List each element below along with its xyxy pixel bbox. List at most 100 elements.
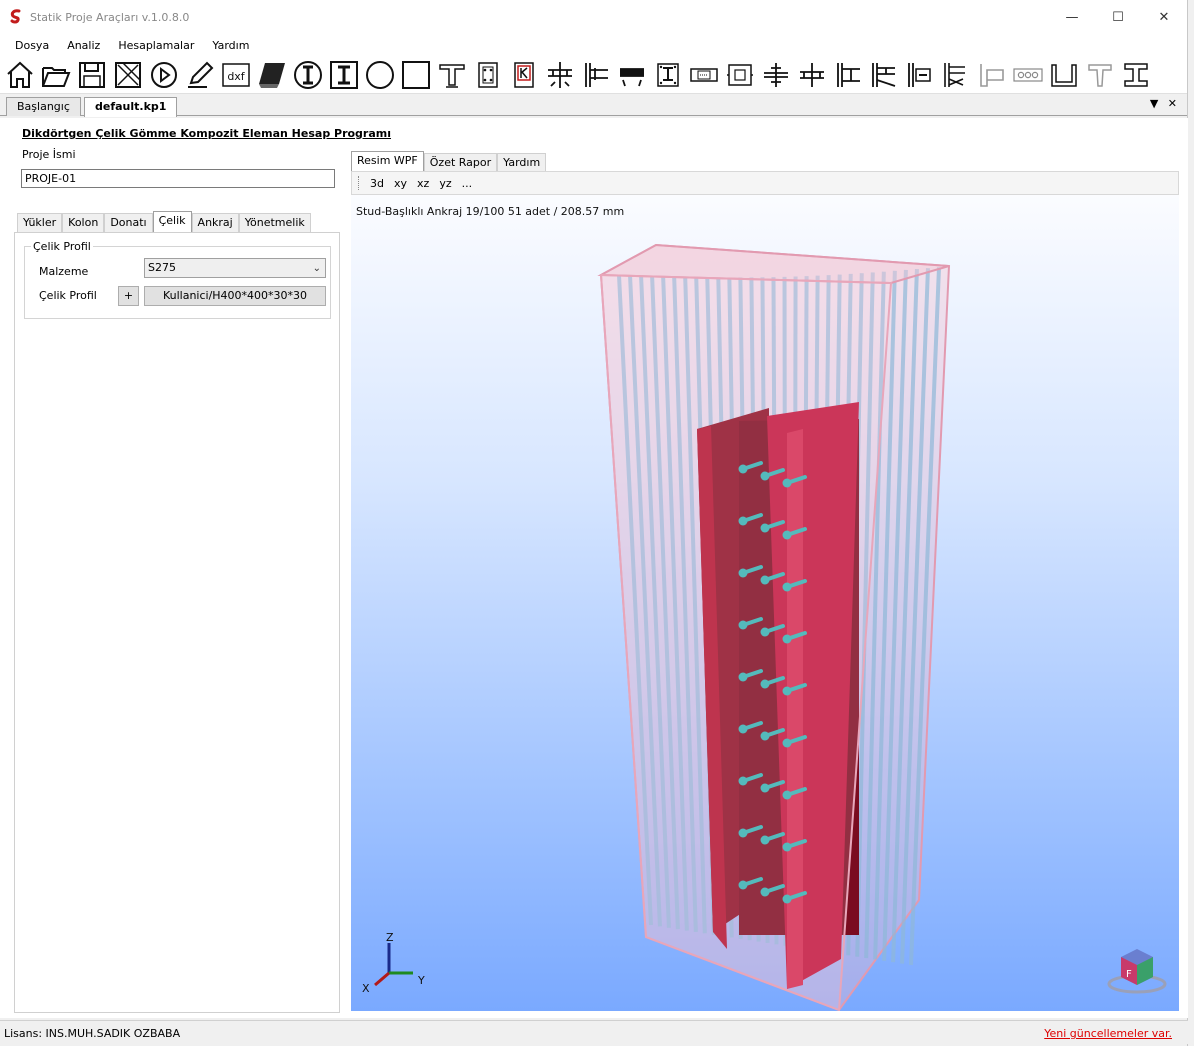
view-cube-icon[interactable]: F (1107, 949, 1167, 994)
run-button[interactable] (146, 58, 182, 92)
i-beam-icon (1124, 62, 1148, 87)
tab-list-icon[interactable]: ▼ (1150, 97, 1158, 110)
flange-joint-button[interactable] (758, 58, 794, 92)
update-link[interactable]: Yeni güncellemeler var. (1044, 1027, 1172, 1040)
home-button[interactable] (2, 58, 38, 92)
menu-analiz[interactable]: Analiz (67, 39, 100, 52)
dxf-button[interactable]: dxf (218, 58, 254, 92)
double-joint-button[interactable] (866, 58, 902, 92)
splice-button[interactable] (686, 58, 722, 92)
tab-celik[interactable]: Çelik (152, 211, 192, 233)
view-more-button[interactable]: ... (462, 177, 473, 190)
angle-joint-icon (980, 63, 1004, 87)
beam-column-icon (548, 61, 572, 88)
i-section-square-icon (330, 60, 358, 89)
delete-icon (115, 61, 141, 88)
material-value: S275 (148, 261, 176, 274)
tab-yonetmelik[interactable]: Yönetmelik (238, 213, 311, 232)
program-title: Dikdörtgen Çelik Gömme Kompozit Eleman H… (22, 127, 392, 140)
u-channel-button[interactable] (1046, 58, 1082, 92)
close-button[interactable]: ✕ (1141, 0, 1187, 34)
material-select[interactable]: S275 ⌄ (144, 258, 326, 278)
tab-baslangic[interactable]: Başlangıç (6, 97, 81, 116)
view-yz-button[interactable]: yz (439, 177, 451, 190)
circle-section-button[interactable] (362, 58, 398, 92)
celik-profil-group-title: Çelik Profil (31, 240, 93, 253)
window-title: Statik Proje Araçları v.1.0.8.0 (30, 10, 190, 24)
column-plan-button[interactable] (470, 58, 506, 92)
tab-yukler[interactable]: Yükler (17, 213, 63, 232)
u-channel-icon (1051, 63, 1077, 87)
concrete-front-face (599, 273, 893, 1011)
input-tabs: Yükler Kolon Donatı Çelik Ankraj Yönetme… (17, 211, 311, 233)
solid-button[interactable] (254, 58, 290, 92)
project-name-label: Proje İsmi (22, 148, 76, 161)
celik-profil-group: Çelik Profil Malzeme S275 ⌄ Çelik Profil… (24, 240, 331, 319)
tee-icon (1088, 63, 1112, 87)
material-label: Malzeme (39, 265, 89, 278)
cross-joint-button[interactable] (794, 58, 830, 92)
view-xz-button[interactable]: xz (417, 177, 429, 190)
app-logo-icon (10, 9, 21, 24)
add-profile-button[interactable]: + (118, 286, 139, 306)
splice-icon (690, 67, 718, 82)
column-plan-icon (478, 61, 498, 88)
shear-tab-button[interactable] (578, 58, 614, 92)
beam-column-button[interactable] (542, 58, 578, 92)
i-section-square-button[interactable] (326, 58, 362, 92)
moment-joint-icon (908, 62, 931, 87)
open-button[interactable] (38, 58, 74, 92)
wide-joint-button[interactable] (830, 58, 866, 92)
axis-triad: Z Y X (362, 931, 425, 995)
3d-viewport[interactable]: Stud-Başlıklı Ankraj 19/100 51 adet / 20… (351, 195, 1179, 1011)
bolt-row-button[interactable] (1010, 58, 1046, 92)
square-section-button[interactable] (398, 58, 434, 92)
menu-hesaplamalar[interactable]: Hesaplamalar (118, 39, 194, 52)
3d-scene: Z Y X F (362, 243, 1167, 1011)
k-column-icon (514, 61, 534, 88)
delete-button[interactable] (110, 58, 146, 92)
solid-icon (259, 62, 285, 88)
tab-ozet-rapor[interactable]: Özet Rapor (423, 153, 498, 171)
shear-tab-icon (585, 62, 608, 87)
tab-ankraj[interactable]: Ankraj (191, 213, 239, 232)
moment-joint-button[interactable] (902, 58, 938, 92)
bolt-row-icon (1013, 67, 1043, 82)
menu-bar: Dosya Analiz Hesaplamalar Yardım (0, 34, 1187, 56)
tab-kolon[interactable]: Kolon (62, 213, 105, 232)
end-plate-button[interactable] (614, 58, 650, 92)
t-beam-button[interactable] (434, 58, 470, 92)
window-edge (1188, 0, 1194, 1046)
tab-default-kp1[interactable]: default.kp1 (84, 97, 178, 117)
output-tabs: Resim WPF Özet Rapor Yardım (351, 151, 547, 171)
project-name-input[interactable]: PROJE-01 (21, 169, 335, 188)
menu-dosya[interactable]: Dosya (15, 39, 49, 52)
left-panel: Proje İsmi PROJE-01 Yükler Kolon Donatı … (14, 148, 340, 1014)
menu-yardim[interactable]: Yardım (212, 39, 249, 52)
edit-button[interactable] (182, 58, 218, 92)
save-button[interactable] (74, 58, 110, 92)
k-column-button[interactable] (506, 58, 542, 92)
tee-button[interactable] (1082, 58, 1118, 92)
tab-yardim[interactable]: Yardım (497, 153, 547, 171)
square-section-icon (402, 60, 430, 89)
axis-y-label: Y (417, 974, 425, 987)
minimize-button[interactable]: — (1049, 0, 1095, 34)
license-text: Lisans: INS.MUH.SADIK OZBABA (4, 1027, 181, 1040)
tab-close-icon[interactable]: ✕ (1168, 97, 1177, 110)
braced-joint-icon (944, 62, 965, 87)
tab-donati[interactable]: Donatı (104, 213, 153, 232)
status-bar: Lisans: INS.MUH.SADIK OZBABA Yeni güncel… (0, 1020, 1188, 1044)
box-splice-button[interactable] (722, 58, 758, 92)
braced-joint-button[interactable] (938, 58, 974, 92)
angle-joint-button[interactable] (974, 58, 1010, 92)
profile-label: Çelik Profil (39, 289, 97, 302)
i-beam-button[interactable] (1118, 58, 1154, 92)
base-plate-button[interactable] (650, 58, 686, 92)
view-3d-button[interactable]: 3d (370, 177, 384, 190)
i-section-round-button[interactable] (290, 58, 326, 92)
tab-resim-wpf[interactable]: Resim WPF (351, 151, 424, 171)
profile-select-button[interactable]: Kullanici/H400*400*30*30 (144, 286, 326, 306)
maximize-button[interactable]: ☐ (1095, 0, 1141, 34)
view-xy-button[interactable]: xy (394, 177, 407, 190)
